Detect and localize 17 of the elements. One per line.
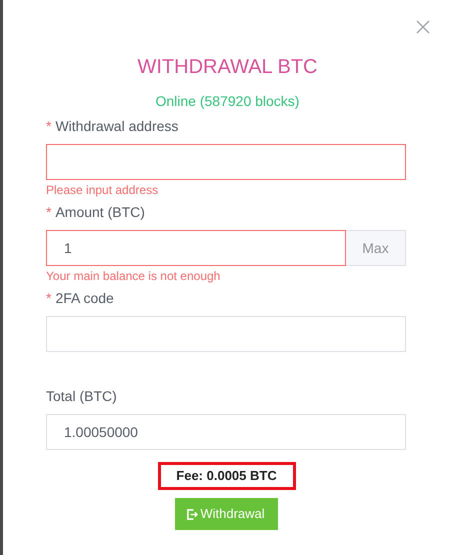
required-mark: *	[46, 116, 52, 136]
field-label: Total (BTC)	[46, 386, 117, 406]
input-field[interactable]: 1.00050000	[46, 414, 406, 450]
input-field[interactable]	[46, 144, 406, 180]
field-label: Withdrawal address	[55, 116, 178, 136]
field-label: Amount (BTC)	[55, 202, 145, 222]
close-icon[interactable]	[416, 20, 430, 34]
required-mark: *	[46, 288, 52, 308]
input-field[interactable]: 1	[46, 230, 346, 266]
field-label: 2FA code	[55, 288, 114, 308]
required-mark: *	[46, 202, 52, 222]
dialog-title: WITHDRAWAL BTC	[138, 55, 318, 80]
network-status: Online (587920 blocks)	[156, 92, 300, 110]
error-message: Please input address	[46, 182, 160, 199]
fee-label: Fee: 0.0005 BTC	[158, 462, 296, 490]
error-message: Your main balance is not enough	[46, 268, 222, 285]
exit-icon	[187, 508, 198, 520]
